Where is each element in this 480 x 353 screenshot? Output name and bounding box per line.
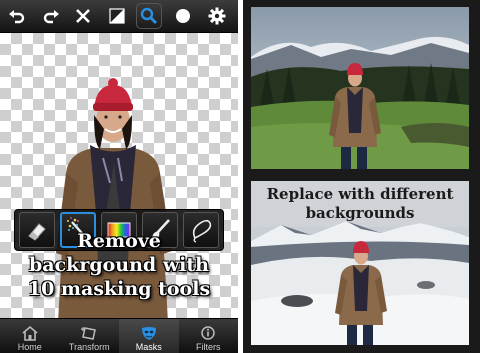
result-examples-panel: Replace with different backgrounds xyxy=(243,0,480,353)
replace-caption-line-1: Replace with different xyxy=(266,185,454,203)
transform-icon xyxy=(81,327,97,340)
settings-button[interactable] xyxy=(204,3,230,29)
tab-home[interactable]: Home xyxy=(0,319,60,353)
promo-caption-line-2: backrgound with xyxy=(29,254,209,276)
top-toolbar xyxy=(0,0,238,33)
replace-caption-line-2: backgrounds xyxy=(305,204,415,222)
zoom-icon xyxy=(140,7,158,25)
masks-icon xyxy=(141,327,156,340)
zoom-button[interactable] xyxy=(136,3,162,29)
tab-filters-label: Filters xyxy=(196,342,221,352)
meadow-result-photo xyxy=(251,7,469,169)
tab-masks[interactable]: Masks xyxy=(119,319,179,353)
filters-icon xyxy=(201,326,215,340)
close-button[interactable] xyxy=(70,3,96,29)
snow-result-photo: Replace with different backgrounds xyxy=(251,181,469,345)
promo-caption-line-3: 10 masking tools xyxy=(27,278,211,300)
promo-caption-line-1: Remove xyxy=(77,230,161,252)
undo-button[interactable] xyxy=(4,3,30,29)
invert-icon xyxy=(109,8,125,24)
invert-mask-button[interactable] xyxy=(104,3,130,29)
brush-size-icon xyxy=(176,9,190,23)
redo-button[interactable] xyxy=(38,3,64,29)
close-icon xyxy=(76,9,90,23)
undo-icon xyxy=(9,10,25,24)
home-icon xyxy=(22,325,38,341)
tab-transform-label: Transform xyxy=(68,342,110,352)
tab-home-label: Home xyxy=(17,342,42,352)
replace-background-caption: Replace with different backgrounds xyxy=(251,185,469,223)
gear-icon xyxy=(208,7,226,25)
tab-filters[interactable]: Filters xyxy=(179,319,239,353)
tab-transform[interactable]: Transform xyxy=(60,319,120,353)
brush-size-button[interactable] xyxy=(170,3,196,29)
bottom-tab-bar: Home Transform Masks Filters xyxy=(0,318,238,353)
tab-masks-label: Masks xyxy=(135,342,162,352)
redo-icon xyxy=(43,10,59,24)
editor-screen: Remove backrgound with 10 masking tools … xyxy=(0,0,238,353)
transparency-canvas[interactable]: Remove backrgound with 10 masking tools xyxy=(0,33,238,318)
